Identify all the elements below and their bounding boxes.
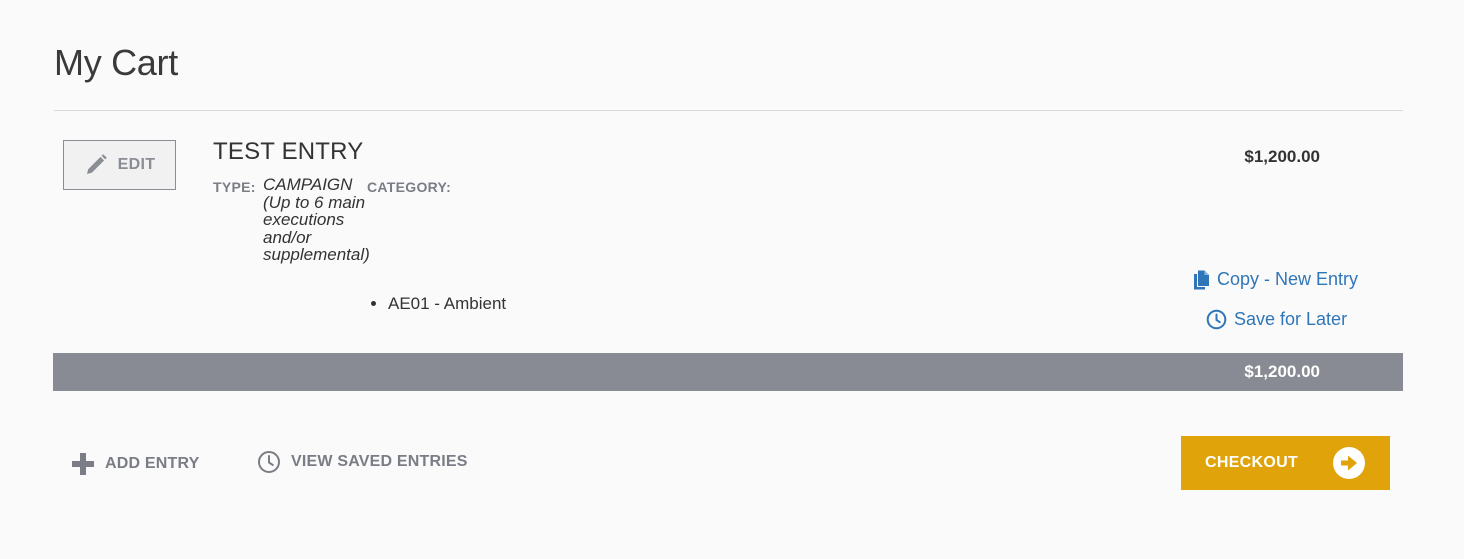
entry-price: $1,200.00	[1244, 147, 1320, 166]
arrow-right-circle-icon	[1333, 447, 1365, 479]
plus-icon	[71, 452, 95, 476]
type-value: CAMPAIGN (Up to 6 main executions and/or…	[263, 175, 370, 264]
checkout-button[interactable]: CHECKOUT	[1181, 436, 1390, 490]
clock-icon	[1206, 309, 1227, 330]
edit-button[interactable]: EDIT	[63, 140, 176, 190]
cart-page: My Cart EDIT TEST ENTRY TYPE: CAMPAIGN (…	[0, 0, 1464, 559]
view-saved-entries-label: VIEW SAVED ENTRIES	[291, 453, 468, 470]
type-label: TYPE:	[213, 179, 256, 195]
clock-icon	[257, 450, 281, 474]
category-item: AE01 - Ambient	[388, 294, 506, 314]
save-for-later-link[interactable]: Save for Later	[1206, 309, 1347, 330]
checkout-label: CHECKOUT	[1205, 454, 1299, 471]
cart-total: $1,200.00	[1244, 362, 1320, 381]
category-list: AE01 - Ambient	[370, 294, 506, 314]
edit-button-label: EDIT	[117, 156, 156, 173]
view-saved-entries-button[interactable]: VIEW SAVED ENTRIES	[257, 450, 468, 474]
copy-new-entry-label: Copy - New Entry	[1217, 269, 1359, 289]
page-title: My Cart	[54, 42, 178, 83]
title-divider	[54, 110, 1403, 111]
copy-new-entry-link[interactable]: Copy - New Entry	[1193, 269, 1358, 290]
add-entry-button[interactable]: ADD ENTRY	[71, 452, 200, 476]
total-bar: $1,200.00	[53, 353, 1403, 391]
copy-icon	[1193, 270, 1210, 290]
save-for-later-label: Save for Later	[1234, 309, 1348, 329]
category-label: CATEGORY:	[367, 179, 452, 195]
pencil-icon	[84, 153, 108, 177]
add-entry-label: ADD ENTRY	[105, 455, 200, 472]
entry-name: TEST ENTRY	[213, 138, 364, 165]
